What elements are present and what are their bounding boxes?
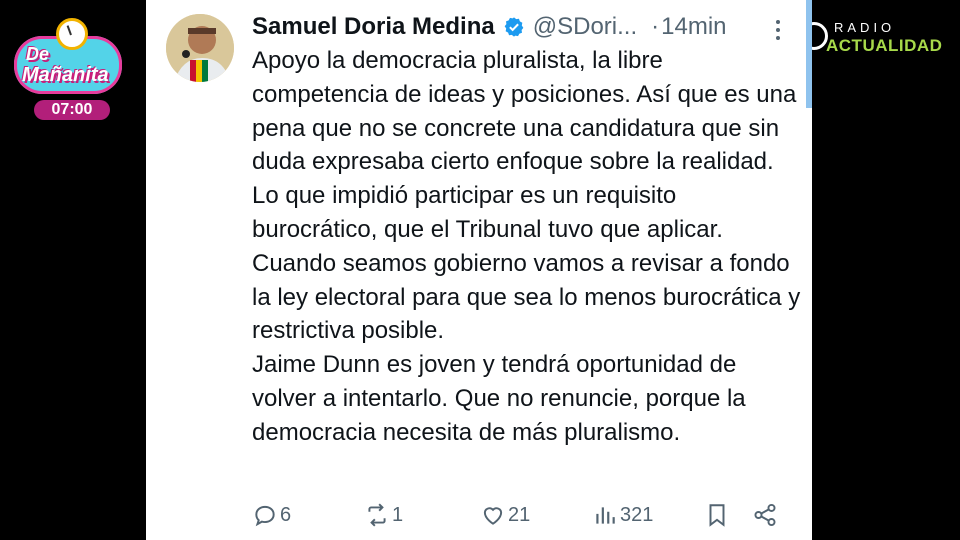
logo-text-line1: De <box>26 44 50 64</box>
logo-text-line2: Mañanita <box>22 64 109 86</box>
views-icon <box>596 507 615 524</box>
broadcast-time: 07:00 <box>34 100 110 120</box>
radio-logo-bottom: ACTUALIDAD <box>826 36 943 55</box>
reply-button[interactable]: 6 <box>252 498 291 532</box>
author-handle[interactable]: @SDori... <box>533 13 637 41</box>
reply-icon <box>255 505 275 527</box>
like-count: 21 <box>508 503 531 526</box>
avatar[interactable] <box>166 14 234 82</box>
repost-count: 1 <box>392 503 404 526</box>
author-name[interactable]: Samuel Doria Medina <box>252 13 495 41</box>
tweet-header: Samuel Doria Medina @SDori... · 14min <box>252 10 792 44</box>
tweet-card: Samuel Doria Medina @SDori... · 14min Ap… <box>146 0 812 540</box>
repost-icon <box>368 503 386 527</box>
views-count: 321 <box>620 503 654 526</box>
avatar-image <box>166 14 234 82</box>
verified-badge-icon <box>504 17 524 37</box>
bookmark-icon <box>709 504 725 527</box>
tweet-text: Apoyo la democracia pluralista, la libre… <box>252 44 802 450</box>
radio-logo: RADIO ACTUALIDAD <box>800 18 943 60</box>
separator-dot: · <box>651 13 660 40</box>
tweet-timestamp[interactable]: 14min <box>661 13 726 41</box>
share-button[interactable] <box>752 498 778 532</box>
like-button[interactable]: 21 <box>480 498 530 532</box>
views-button[interactable]: 321 <box>592 498 653 532</box>
share-icon <box>754 503 776 527</box>
tweet-actions: 6 1 21 321 <box>252 498 792 532</box>
tweet-paragraph: Jaime Dunn es joven y tendrá oportunidad… <box>252 351 746 446</box>
scrollbar[interactable] <box>806 0 812 108</box>
tweet-paragraph: Apoyo la democracia pluralista, la libre… <box>252 47 797 176</box>
tweet-paragraph: Cuando seamos gobierno vamos a revisar a… <box>252 249 801 345</box>
more-options-icon[interactable] <box>772 18 784 42</box>
like-icon <box>483 507 503 525</box>
reply-count: 6 <box>280 503 292 526</box>
clock-icon <box>56 18 88 50</box>
radio-logo-top: RADIO <box>834 20 896 35</box>
tweet-paragraph: Lo que impidió participar es un requisit… <box>252 182 723 243</box>
bookmark-button[interactable] <box>704 498 730 532</box>
show-logo: De Mañanita 07:00 <box>14 14 126 124</box>
repost-button[interactable]: 1 <box>364 498 403 532</box>
